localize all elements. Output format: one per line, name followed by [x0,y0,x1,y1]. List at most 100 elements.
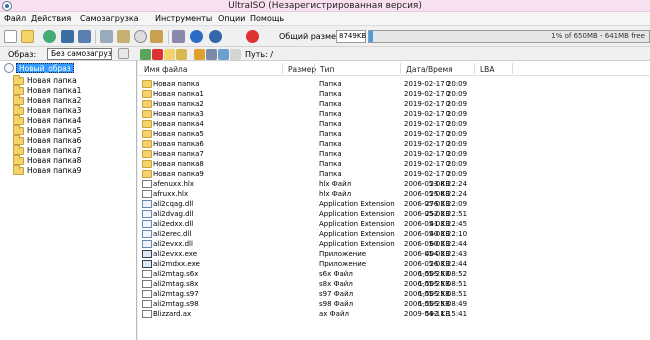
col-size[interactable]: Размер [288,65,316,74]
title-bar: UltraISO (Незарегистрированная версия) [0,0,650,12]
file-row[interactable]: ali2mtag.s97 1,505 KB s97 Файл 2006-05-25 0… [138,289,650,299]
dll-icon [142,210,152,218]
file-row[interactable]: Новая папка3 0 Папка 2019-02-17 20:09 [138,109,650,119]
file-row[interactable]: ali2erec.dll 40 KB Application Extension 20… [138,229,650,239]
extract-to-icon[interactable] [194,49,205,60]
info-icon[interactable] [172,30,185,43]
menu-tools[interactable]: Инструменты [155,14,212,23]
file-name: ali2cqag.dll [153,200,194,208]
file-row[interactable]: Новая папка1 0 Папка 2019-02-17 20:09 [138,89,650,99]
file-type: Application Extension [319,220,395,228]
file-name: Новая папка1 [153,90,204,98]
file-row[interactable]: ali2mtag.s6x 1,505 KB s6x Файл 2006-05-25 0… [138,269,650,279]
menu-help[interactable]: Помощь [250,14,284,23]
open-icon[interactable] [21,30,34,43]
file-row[interactable]: afruxx.hlx 25 KB hlx Файл 2006-05-08 22:24 [138,189,650,199]
add-files-icon[interactable] [176,49,187,60]
file-name: ali2mtag.s6x [153,270,199,278]
file-name: Новая папка6 [153,140,204,148]
capacity-bar-fill [369,31,373,42]
file-date: 2006-05-25 08:49 [404,300,468,308]
file-date: 2006-05-03 22:51 [404,210,468,218]
file-type: Папка [319,130,342,138]
mount-icon[interactable] [134,30,147,43]
delete-icon[interactable] [152,49,163,60]
properties-icon[interactable] [150,30,163,43]
file-row[interactable]: Новая папка6 0 Папка 2019-02-17 20:09 [138,139,650,149]
view-icon[interactable] [230,49,241,60]
menu-file[interactable]: Файл [4,14,26,23]
up-arrow-icon[interactable] [140,49,151,60]
list-header: Имя файла Размер Тип Дата/Время LBA [138,61,650,76]
file-type: Application Extension [319,230,395,238]
new-folder-icon[interactable] [164,49,175,60]
gear-icon[interactable] [206,49,217,60]
folder-icon [13,145,24,155]
file-type: Папка [319,150,342,158]
hide-icon[interactable] [218,49,229,60]
file-row[interactable]: ali2edxx.dll 41 KB Application Extension 20… [138,219,650,229]
file-type: ax Файл [319,310,349,318]
file-name: afruxx.hlx [153,190,189,198]
tree-folder-label: Новая папка [27,76,77,85]
info-circle-icon[interactable] [209,30,222,43]
file-row[interactable]: ali2dvag.dll 252 KB Application Extension 2… [138,209,650,219]
file-name: ali2erec.dll [153,230,192,238]
file-icon [142,270,152,278]
file-row[interactable]: Новая папка2 0 Папка 2019-02-17 20:09 [138,99,650,109]
file-row[interactable]: Новая папка4 0 Папка 2019-02-17 20:09 [138,119,650,129]
file-icon [142,310,152,318]
save-as-icon[interactable] [78,30,91,43]
col-lba[interactable]: LBA [480,65,494,74]
file-row[interactable]: ali2mtag.s98 1,505 KB s98 Файл 2006-05-25 0… [138,299,650,309]
file-row[interactable]: Новая папка 0 Папка 2019-02-17 20:09 [138,79,650,89]
file-row[interactable]: Новая папка9 0 Папка 2019-02-17 20:09 [138,169,650,179]
file-row[interactable]: ali2evxx.exe 404 KB Приложение 2006-05-03 2… [138,249,650,259]
col-name[interactable]: Имя файла [144,65,187,74]
burn-icon[interactable] [43,30,56,43]
col-date[interactable]: Дата/Время [406,65,453,74]
tree-folder-label: Новая папка4 [27,116,82,125]
exit-icon[interactable] [246,30,259,43]
image-label: Образ: [8,50,37,59]
file-row[interactable]: ali2evxx.dll 60 KB Application Extension 20… [138,239,650,249]
save-icon[interactable] [61,30,74,43]
file-row[interactable]: Новая папка5 0 Папка 2019-02-17 20:09 [138,129,650,139]
file-row[interactable]: Новая папка7 0 Папка 2019-02-17 20:09 [138,149,650,159]
file-row[interactable]: ali2cqag.dll 276 KB Application Extension 2… [138,199,650,209]
file-row[interactable]: ali2mtag.s8x 1,505 KB s8x Файл 2006-05-25 0… [138,279,650,289]
file-date: 2006-05-08 22:24 [404,180,468,188]
file-icon [142,180,152,188]
file-name: ali2mtag.s8x [153,280,199,288]
extract-icon[interactable] [100,30,113,43]
capacity-bar[interactable]: 1% of 650MB - 641MB free [368,30,650,43]
folder-icon [13,155,24,165]
file-type: hlx Файл [319,190,352,198]
file-row[interactable]: afenuxx.hlx 23 KB hlx Файл 2006-05-08 22:24 [138,179,650,189]
folder-icon [142,110,152,118]
help-icon[interactable] [190,30,203,43]
file-type: Папка [319,140,342,148]
col-type[interactable]: Тип [320,65,334,74]
file-name: afenuxx.hlx [153,180,194,188]
file-name: Новая папка7 [153,150,204,158]
file-type: Application Extension [319,200,395,208]
menu-boot[interactable]: Самозагрузка [80,14,139,23]
folder-icon [142,150,152,158]
tree-root-label: Новый_образ [16,63,74,73]
file-row[interactable]: ali2mdxx.exe 26 KB Приложение 2006-05-03 22… [138,259,650,269]
file-row[interactable]: Новая папка8 0 Папка 2019-02-17 20:09 [138,159,650,169]
column-separator [314,63,315,74]
compress-icon[interactable] [117,30,130,43]
boot-type-combo[interactable]: Без самозагрузки [47,48,112,60]
boot-properties-icon[interactable] [118,48,129,59]
tree-folder-label: Новая папка3 [27,106,82,115]
file-row[interactable]: Blizzard.ax 592 KB ax Файл 2009-04-11 15:41 [138,309,650,319]
folder-icon [13,95,24,105]
menu-actions[interactable]: Действия [31,14,71,23]
file-type: s98 Файл [319,300,354,308]
new-icon[interactable] [4,30,17,43]
file-name: ali2evxx.exe [153,250,198,258]
folder-tree: Новый_образ Новая папка Новая папка1 Новая… [0,61,137,340]
menu-options[interactable]: Опции [218,14,245,23]
